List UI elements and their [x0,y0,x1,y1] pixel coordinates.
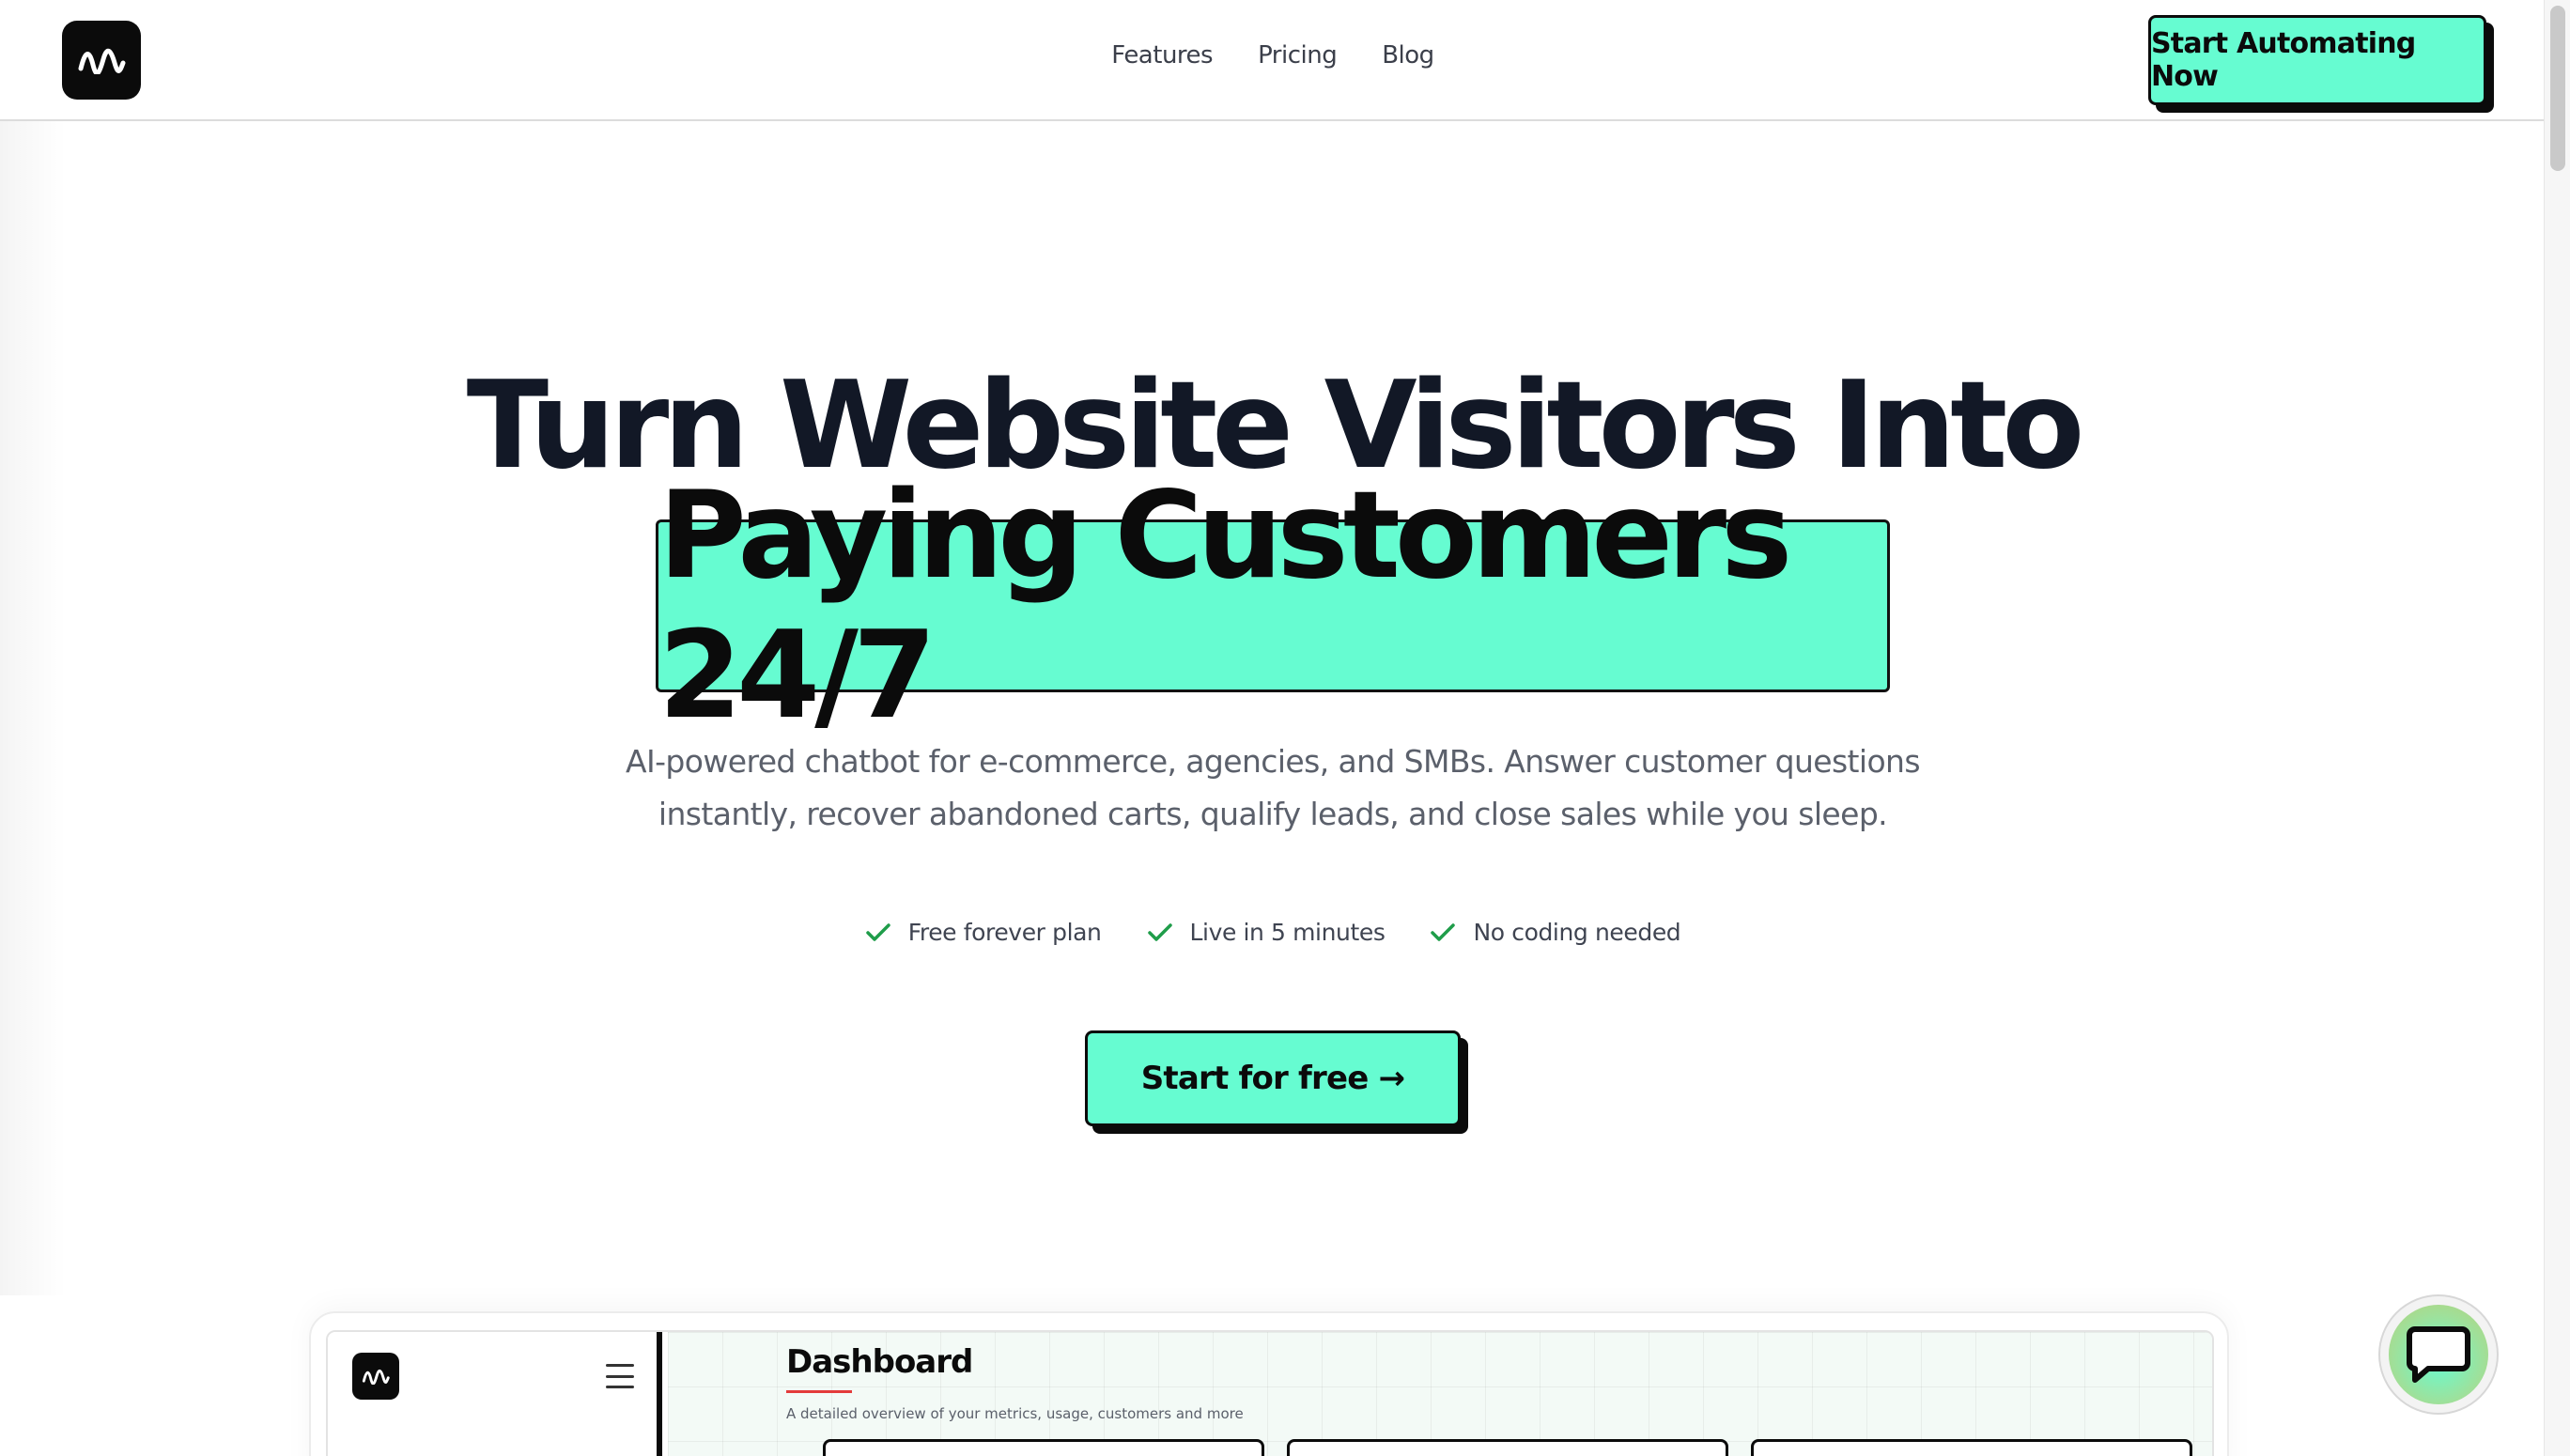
feature-item: Live in 5 minutes [1147,919,1386,946]
nav-link-features[interactable]: Features [1111,41,1213,70]
preview-title-underline [786,1390,852,1393]
nav-link-blog[interactable]: Blog [1382,41,1434,70]
chat-bubble-icon [2407,1326,2470,1383]
preview-main: Dashboard A detailed overview of your me… [668,1332,2212,1456]
preview-metric-card [823,1439,1264,1456]
hero-cta-row: Start for free → [0,1030,2546,1126]
hero-subtitle: AI-powered chatbot for e-commerce, agenc… [0,736,2546,841]
nav-link-pricing[interactable]: Pricing [1258,41,1338,70]
feature-label: Free forever plan [907,919,1102,946]
start-for-free-button[interactable]: Start for free → [1085,1030,1461,1126]
hero-subtitle-line-2: instantly, recover abandoned carts, qual… [658,796,1888,832]
dashboard-preview-frame: Dashboard A detailed overview of your me… [326,1330,2214,1456]
hero-highlight-row: Paying Customers 24/7 [0,466,2546,746]
preview-sidebar [328,1332,662,1456]
wave-logo-icon [362,1370,390,1385]
feature-label: Live in 5 minutes [1189,919,1386,946]
check-icon [1147,922,1172,941]
scrollbar-thumb[interactable] [2550,6,2565,171]
chat-widget-inner [2389,1305,2488,1404]
hero-title-highlight: Paying Customers 24/7 [656,466,1890,746]
preview-logo-icon [352,1353,399,1400]
preview-page-subtitle: A detailed overview of your metrics, usa… [786,1405,1244,1422]
feature-item: No coding needed [1430,919,1681,946]
feature-item: Free forever plan [865,919,1102,946]
feature-label: No coding needed [1473,919,1681,946]
start-automating-button[interactable]: Start Automating Now [2148,15,2486,105]
feature-list: Free forever plan Live in 5 minutes No c… [0,919,2546,946]
page-scrollbar[interactable] [2544,0,2570,1456]
hero-subtitle-line-1: AI-powered chatbot for e-commerce, agenc… [626,743,1921,780]
check-icon [865,922,890,941]
dashboard-preview: Dashboard A detailed overview of your me… [309,1311,2229,1456]
chat-widget-button[interactable] [2378,1294,2499,1415]
check-icon [1431,922,1456,941]
preview-metric-card [1287,1439,1728,1456]
hamburger-menu-icon[interactable] [606,1364,634,1388]
preview-metric-card [1751,1439,2192,1456]
preview-page-title: Dashboard [786,1343,973,1381]
site-header: Features Pricing Blog Start Automating N… [0,0,2546,121]
